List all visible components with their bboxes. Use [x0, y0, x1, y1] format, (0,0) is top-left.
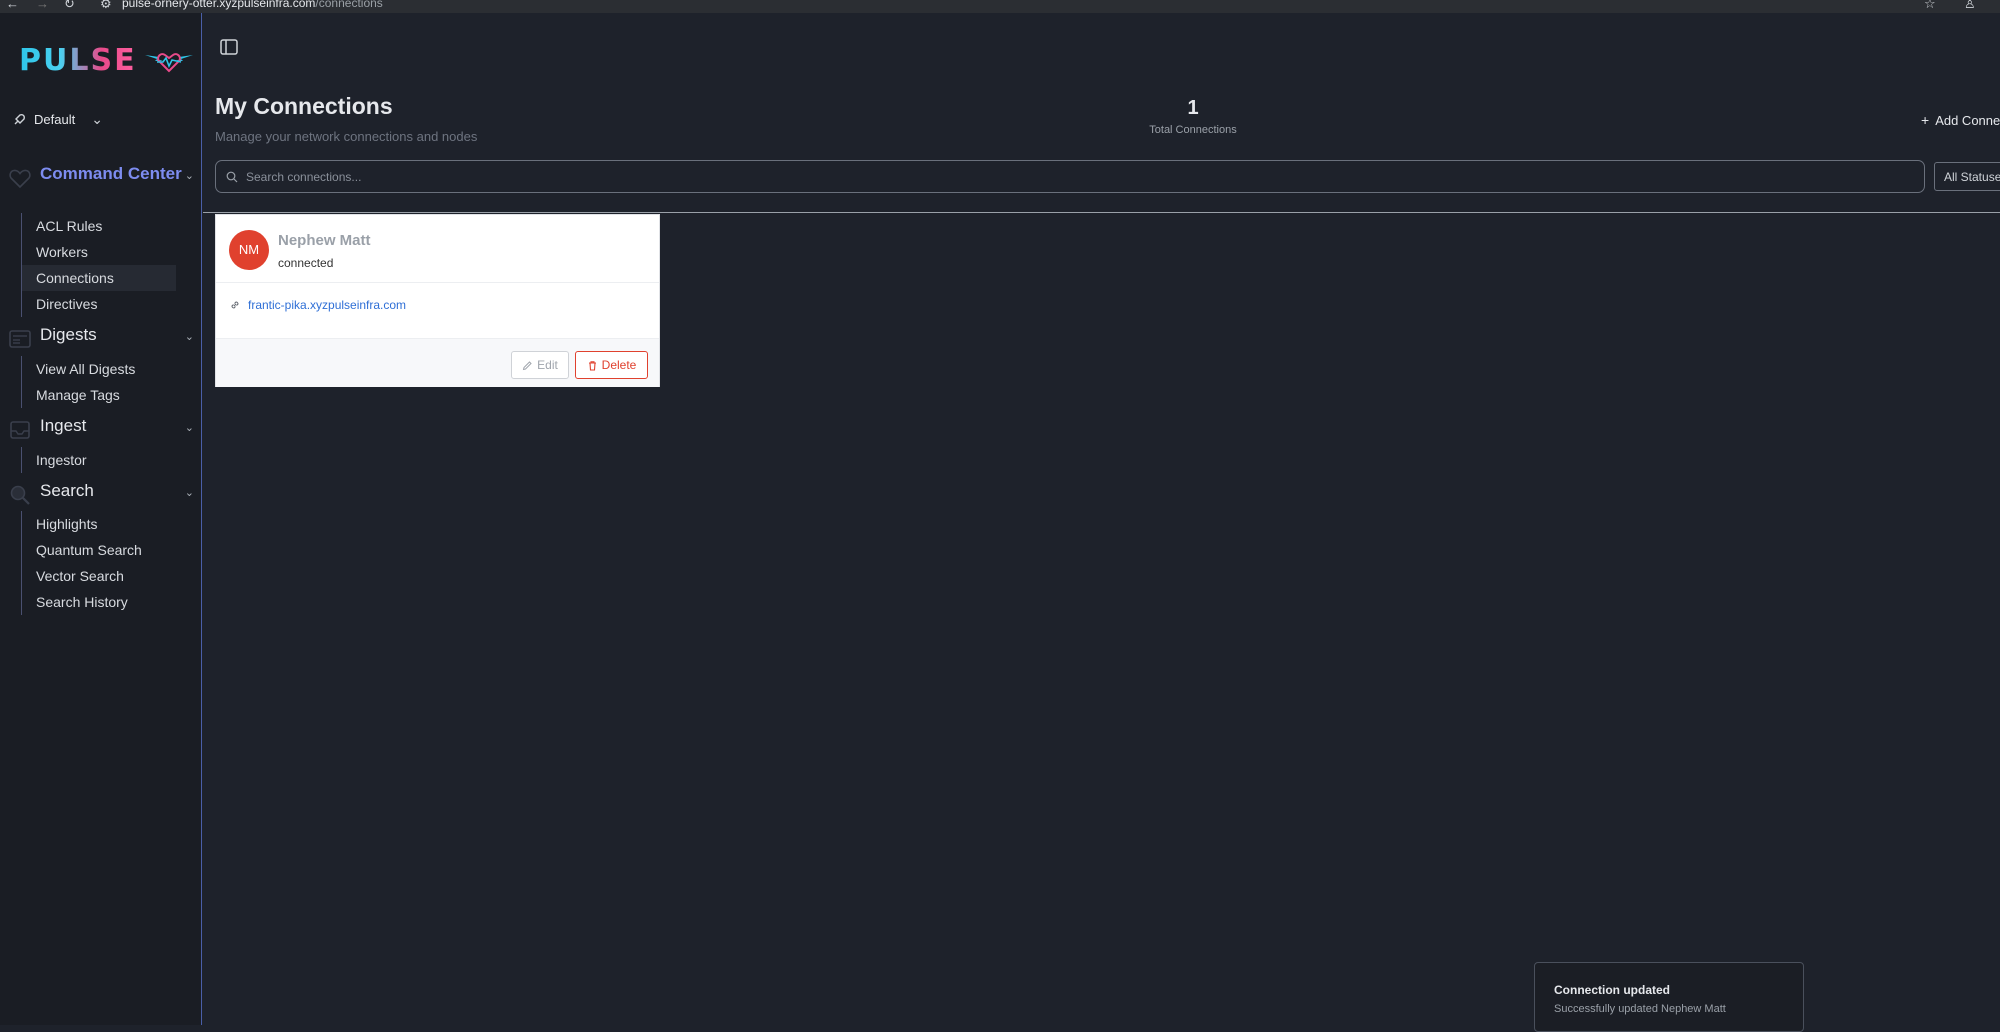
- search-connections[interactable]: [215, 160, 1925, 193]
- nav-section-search[interactable]: Search ⌄: [8, 480, 194, 507]
- toast-body: Successfully updated Nephew Matt: [1554, 1003, 1803, 1015]
- browser-toolbar: ← → ↻ ⚙ pulse-ornery-otter.xyzpulseinfra…: [0, 0, 2000, 13]
- add-connection-label: Add Conne: [1935, 113, 2000, 128]
- chevron-down-icon: ⌄: [185, 169, 194, 182]
- connection-status: connected: [278, 256, 333, 270]
- sidebar-item-acl-rules[interactable]: ACL Rules: [22, 213, 176, 239]
- reload-icon[interactable]: ↻: [64, 0, 75, 12]
- search-input[interactable]: [246, 170, 1846, 184]
- sidebar-item-directives[interactable]: Directives: [22, 291, 176, 317]
- nav-section-digests[interactable]: Digests ⌄: [8, 324, 194, 351]
- pulse-logo[interactable]: PULSE: [19, 43, 195, 78]
- sidebar-item-workers[interactable]: Workers: [22, 239, 176, 265]
- status-filter-select[interactable]: All Statuse: [1934, 162, 2000, 191]
- site-info-icon[interactable]: ⚙: [100, 0, 112, 12]
- sidebar-item-search-history[interactable]: Search History: [22, 589, 176, 615]
- page-title: My Connections: [215, 93, 393, 120]
- card-divider: [216, 282, 659, 283]
- delete-label: Delete: [602, 358, 637, 372]
- logo-text: PULSE: [19, 43, 137, 78]
- edit-button[interactable]: Edit: [511, 351, 569, 379]
- edit-label: Edit: [537, 358, 558, 372]
- search-icon: [8, 483, 32, 507]
- sidebar-item-view-all-digests[interactable]: View All Digests: [22, 356, 176, 382]
- digests-items: View All Digests Manage Tags: [21, 356, 176, 408]
- workspace-selector[interactable]: Default ⌄: [12, 111, 103, 128]
- chevron-down-icon: ⌄: [185, 330, 194, 343]
- sidebar-toggle-icon[interactable]: [219, 37, 239, 57]
- bookmark-star-icon[interactable]: ☆: [1924, 0, 1936, 12]
- pencil-icon: [522, 360, 533, 371]
- total-connections-stat: 1 Total Connections: [1113, 97, 1273, 136]
- url-path: /connections: [315, 0, 382, 10]
- total-connections-count: 1: [1113, 97, 1273, 120]
- avatar: NM: [229, 230, 269, 270]
- heart-wings-icon: [143, 49, 195, 73]
- search-items: Highlights Quantum Search Vector Search …: [21, 511, 176, 615]
- sidebar-item-vector-search[interactable]: Vector Search: [22, 563, 176, 589]
- nav-section-label: Command Center: [40, 163, 185, 185]
- ingest-items: Ingestor: [21, 447, 176, 473]
- chevron-down-icon: ⌄: [185, 421, 194, 434]
- nav-section-label: Digests: [40, 324, 185, 346]
- search-icon: [226, 171, 238, 183]
- sidebar-item-quantum-search[interactable]: Quantum Search: [22, 537, 176, 563]
- nav-section-label: Search: [40, 480, 185, 502]
- sidebar-item-manage-tags[interactable]: Manage Tags: [22, 382, 176, 408]
- total-connections-label: Total Connections: [1113, 124, 1273, 136]
- page-subtitle: Manage your network connections and node…: [215, 129, 477, 144]
- command-center-items: ACL Rules Workers Connections Directives: [21, 213, 176, 317]
- content-divider: [203, 212, 2000, 213]
- url-host: pulse-ornery-otter.xyzpulseinfra.com: [122, 0, 315, 10]
- sidebar: PULSE Default ⌄ Command Center ⌄ ACL Rul…: [0, 13, 202, 1025]
- rocket-icon: [12, 113, 26, 127]
- newspaper-icon: [8, 327, 32, 351]
- nav-section-command-center[interactable]: Command Center ⌄: [8, 163, 194, 190]
- profile-icon[interactable]: ♙: [1964, 0, 1976, 12]
- inbox-icon: [8, 418, 32, 442]
- toast-notification[interactable]: Connection updated Successfully updated …: [1534, 962, 1804, 1032]
- connection-host-link[interactable]: frantic-pika.xyzpulseinfra.com: [248, 298, 406, 312]
- forward-icon[interactable]: →: [36, 0, 49, 11]
- link-icon: [229, 299, 241, 311]
- connection-host-row: frantic-pika.xyzpulseinfra.com: [229, 298, 406, 312]
- connection-name: Nephew Matt: [278, 232, 371, 249]
- sidebar-item-ingestor[interactable]: Ingestor: [22, 447, 176, 473]
- nav-section-label: Ingest: [40, 415, 185, 437]
- connection-card: NM Nephew Matt connected frantic-pika.xy…: [215, 214, 660, 387]
- chevron-down-icon: ⌄: [91, 111, 103, 128]
- heart-outline-icon: [8, 166, 32, 190]
- add-connection-button[interactable]: + Add Conne: [1921, 112, 2000, 128]
- workspace-name: Default: [34, 112, 75, 127]
- main-content: My Connections Manage your network conne…: [203, 13, 2000, 1025]
- trash-icon: [587, 360, 598, 371]
- toast-title: Connection updated: [1554, 983, 1803, 997]
- sidebar-item-connections[interactable]: Connections: [22, 265, 176, 291]
- nav-section-ingest[interactable]: Ingest ⌄: [8, 415, 194, 442]
- chevron-down-icon: ⌄: [185, 486, 194, 499]
- back-icon[interactable]: ←: [6, 0, 19, 11]
- address-bar[interactable]: pulse-ornery-otter.xyzpulseinfra.com/con…: [122, 0, 383, 10]
- delete-button[interactable]: Delete: [575, 351, 648, 379]
- plus-icon: +: [1921, 112, 1929, 128]
- sidebar-item-highlights[interactable]: Highlights: [22, 511, 176, 537]
